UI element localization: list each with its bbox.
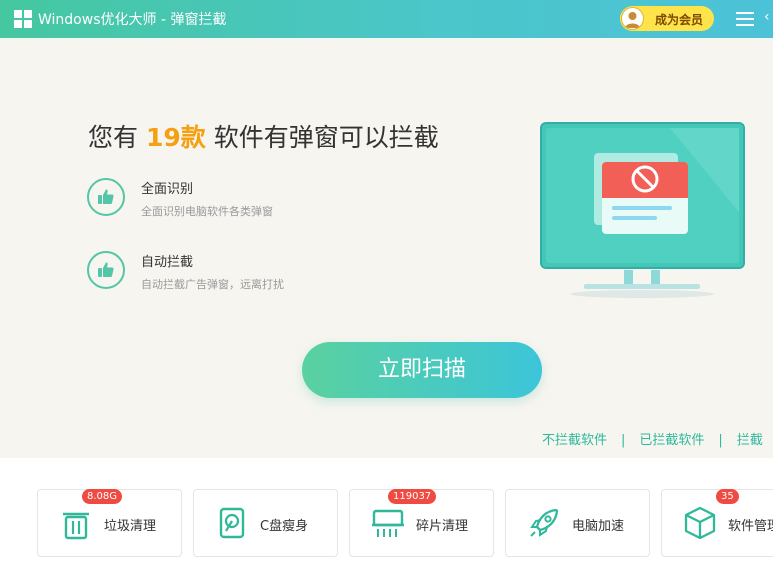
trash-icon [63, 512, 89, 540]
disk-icon [219, 507, 245, 539]
thumbs-up-icon [87, 178, 125, 216]
tool-label: 电脑加速 [572, 519, 625, 534]
headline-prefix: 您有 [88, 123, 146, 152]
feature-title: 全面识别 [141, 182, 194, 197]
popup-links: 不拦截软件 | 已拦截软件 | 拦截 [542, 429, 763, 448]
monitor-illustration [540, 122, 745, 298]
block-link[interactable]: 拦截 [737, 433, 763, 448]
tool-software-manager[interactable]: 35 软件管理 [661, 489, 773, 557]
popup-count: 19款 [145, 123, 206, 152]
avatar [621, 7, 644, 30]
junk-size-badge: 8.08G [82, 489, 123, 504]
thumbs-up-icon [87, 251, 125, 289]
tool-fragment-clean[interactable]: 119037 碎片清理 [349, 489, 494, 557]
tool-pc-speedup[interactable]: 电脑加速 [505, 489, 650, 557]
scan-now-button[interactable]: 立即扫描 [302, 342, 542, 398]
tools-bar: 8.08G 垃圾清理 C盘瘦身 119037 碎片清理 电脑加速 35 软件管 [0, 458, 773, 579]
rocket-icon [530, 508, 559, 537]
windows-logo-icon [14, 10, 32, 28]
tool-label: 碎片清理 [416, 519, 469, 534]
blocked-link[interactable]: 已拦截软件 [639, 433, 704, 448]
not-blocked-link[interactable]: 不拦截软件 [542, 433, 607, 448]
vip-label: 成为会员 [655, 13, 704, 27]
tool-label: 垃圾清理 [104, 519, 157, 534]
menu-icon[interactable] [736, 10, 754, 28]
tool-label: C盘瘦身 [260, 519, 309, 534]
tool-c-drive-slim[interactable]: C盘瘦身 [193, 489, 338, 557]
link-separator: | [718, 433, 723, 448]
vip-button[interactable]: 成为会员 [620, 6, 714, 31]
tool-label: 软件管理 [728, 519, 773, 534]
main-panel: 您有 19款 软件有弹窗可以拦截 全面识别 全面识别电脑软件各类弹窗 自动拦截 … [0, 38, 773, 458]
fragment-count-badge: 119037 [388, 489, 437, 504]
feature-desc: 自动拦截广告弹窗，远离打扰 [141, 278, 284, 291]
feature-title: 自动拦截 [141, 255, 194, 270]
title-bar: Windows优化大师 - 弹窗拦截 成为会员 ‹ [0, 0, 773, 38]
shredder-icon [372, 509, 404, 537]
page-headline: 您有 19款 软件有弹窗可以拦截 [88, 118, 439, 154]
chevron-left-icon[interactable]: ‹ [764, 9, 770, 25]
tool-junk-clean[interactable]: 8.08G 垃圾清理 [37, 489, 182, 557]
headline-suffix: 软件有弹窗可以拦截 [205, 123, 439, 152]
window-title: Windows优化大师 - 弹窗拦截 [38, 12, 227, 28]
box-icon [684, 506, 716, 540]
feature-desc: 全面识别电脑软件各类弹窗 [141, 205, 273, 218]
software-count-badge: 35 [716, 489, 739, 504]
link-separator: | [621, 433, 626, 448]
